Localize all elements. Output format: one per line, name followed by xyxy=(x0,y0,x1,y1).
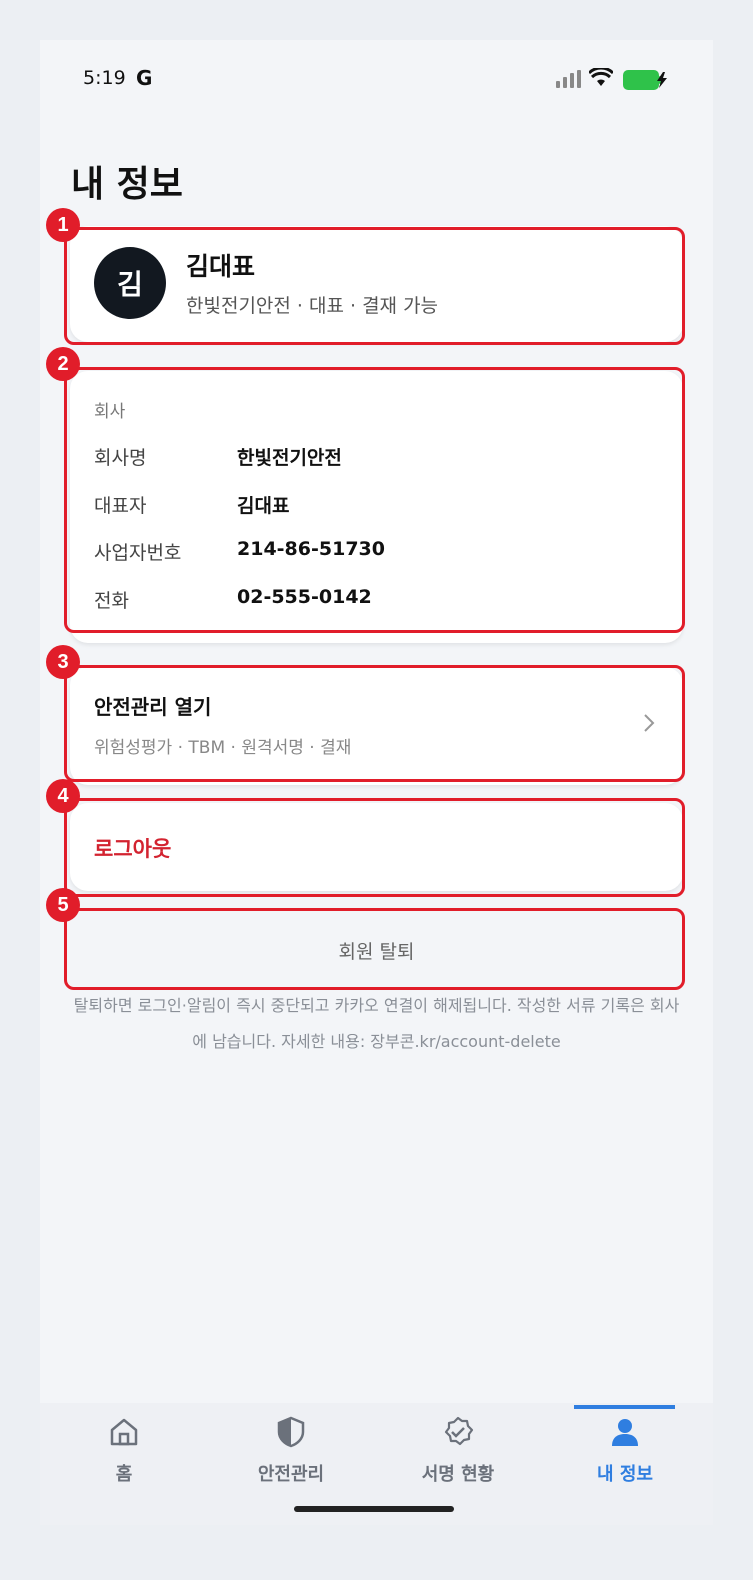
annotation-marker-4: 4 xyxy=(46,779,80,813)
company-name-value: 한빛전기안전 xyxy=(237,447,342,469)
ceo-value: 김대표 xyxy=(237,495,290,517)
safety-title: 안전관리 열기 xyxy=(94,695,212,719)
bottom-tab-bar: 홈 안전관리 서명 현황 내 정보 xyxy=(40,1403,713,1525)
annotation-marker-3: 3 xyxy=(46,645,80,679)
status-time: 5:19 xyxy=(83,67,126,89)
company-card: 회사 회사명 한빛전기안전 대표자 김대표 사업자번호 214-86-51730… xyxy=(70,371,683,643)
withdraw-button[interactable]: 회원 탈퇴 xyxy=(70,912,683,988)
tab-signatures-label: 서명 현황 xyxy=(421,1464,495,1485)
home-icon xyxy=(110,1418,138,1446)
business-number-value: 214-86-51730 xyxy=(237,538,385,560)
annotation-marker-5: 5 xyxy=(46,888,80,922)
tab-signatures[interactable]: 서명 현황 xyxy=(374,1403,542,1503)
avatar: 김 xyxy=(94,247,166,319)
withdraw-note: 탈퇴하면 로그인·알림이 즉시 중단되고 카카오 연결이 해제됩니다. 작성한 … xyxy=(73,996,680,1051)
signal-icon xyxy=(556,70,581,88)
business-number-key: 사업자번호 xyxy=(94,542,182,564)
safety-subtitle: 위험성평가 · TBM · 원격서명 · 결재 xyxy=(94,738,352,758)
tab-my-info[interactable]: 내 정보 xyxy=(541,1403,709,1503)
profile-name: 김대표 xyxy=(186,252,256,281)
phone-key: 전화 xyxy=(94,590,129,612)
tab-safety[interactable]: 안전관리 xyxy=(207,1403,375,1503)
shield-icon xyxy=(277,1416,305,1448)
check-badge-icon xyxy=(444,1416,474,1446)
tab-my-info-label: 내 정보 xyxy=(597,1464,653,1485)
tab-safety-label: 안전관리 xyxy=(257,1464,325,1485)
profile-card[interactable]: 김 김대표 한빛전기안전 · 대표 · 결재 가능 xyxy=(70,226,683,342)
business-number-row: 사업자번호 214-86-51730 xyxy=(94,538,654,568)
open-safety-card[interactable]: 안전관리 열기 위험성평가 · TBM · 원격서명 · 결재 xyxy=(70,667,683,785)
logout-label: 로그아웃 xyxy=(94,837,172,861)
chevron-right-icon xyxy=(644,714,655,732)
ceo-row: 대표자 김대표 xyxy=(94,491,654,521)
profile-subtitle: 한빛전기안전 · 대표 · 결재 가능 xyxy=(186,295,439,317)
google-icon: G xyxy=(136,66,153,90)
wifi-icon xyxy=(589,68,613,86)
logout-button[interactable]: 로그아웃 xyxy=(70,803,683,891)
page-title: 내 정보 xyxy=(71,164,183,205)
company-name-key: 회사명 xyxy=(94,447,147,469)
tab-home-label: 홈 xyxy=(115,1464,133,1485)
annotation-marker-1: 1 xyxy=(46,208,80,242)
battery-charging-icon xyxy=(623,70,667,90)
ceo-key: 대표자 xyxy=(94,495,147,517)
home-indicator xyxy=(294,1506,454,1512)
person-icon xyxy=(612,1419,638,1446)
annotation-marker-2: 2 xyxy=(46,347,80,381)
tab-home[interactable]: 홈 xyxy=(40,1403,208,1503)
phone-value: 02-555-0142 xyxy=(237,586,372,608)
phone-screen: 5:19 G 내 정보 김 김대표 한빛전기안전 · 대표 · 결재 가능 회사… xyxy=(40,40,713,1525)
company-name-row: 회사명 한빛전기안전 xyxy=(94,443,654,473)
phone-row: 전화 02-555-0142 xyxy=(94,586,654,616)
company-section-label: 회사 xyxy=(94,402,126,422)
